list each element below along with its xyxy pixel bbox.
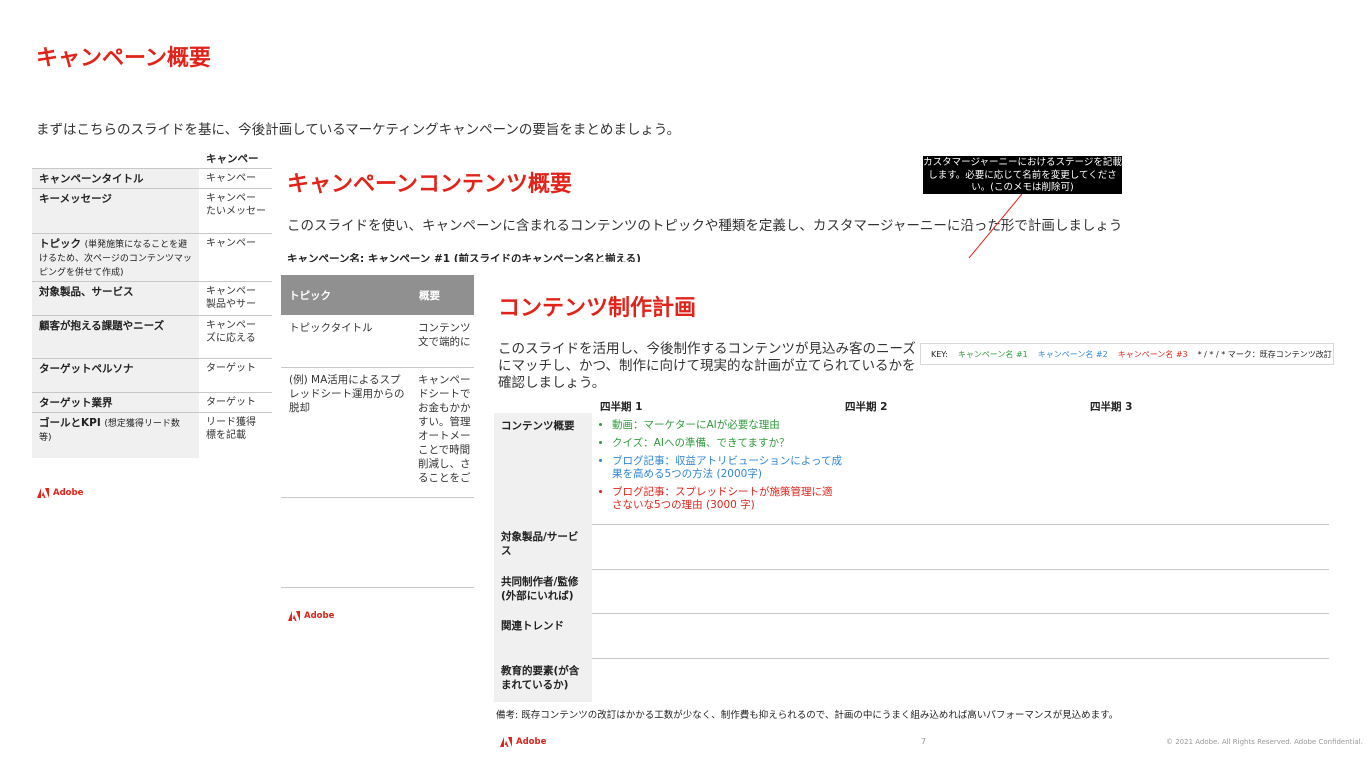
slide1-row-label: 対象製品、サービス <box>32 282 199 316</box>
key-item-campaign-1: キャンペーン名 #1 <box>957 349 1028 359</box>
slide1-row: 対象製品、サービス キャンペー 製品やサー <box>32 281 272 316</box>
slide2-table-row-empty <box>281 497 481 588</box>
slide1-row-value: キャンペー たいメッセー <box>206 193 266 217</box>
slide1-row-value: ターゲット <box>206 363 256 374</box>
slide2-table-row: (例) MA活用によるスプレッドシート運用からの脱却 キャンペー ドシートで お… <box>281 367 481 498</box>
adobe-logo-text: Adobe <box>53 488 84 498</box>
content-item: 動画：マーケターにAIが必要な理由 <box>612 419 842 432</box>
slide2-row-topic: トピックタイトル <box>289 322 373 334</box>
slide1-row: トピック (単発施策になることを避けるため、次ページのコンテンツマッピングを併せ… <box>32 233 272 282</box>
slide2-row-topic: (例) MA活用によるスプレッドシート運用からの脱却 <box>289 374 405 414</box>
key-item-revision-mark: * / * / * マーク：既存コンテンツ改訂 <box>1197 349 1332 359</box>
slide2-table-row: トピックタイトル コンテンツ 文で端的に <box>281 315 481 368</box>
adobe-logo-text: Adobe <box>304 611 335 621</box>
plan-row-label: 対象製品/サービス <box>494 524 592 569</box>
slide1-intro: まずはこちらのスライドを基に、今後計画しているマーケティングキャンペーンの要旨を… <box>36 122 681 138</box>
slide1-row-label: キャンペーンタイトル <box>32 169 199 189</box>
plan-row-label: 共同制作者/監修(外部にいれば) <box>494 569 592 613</box>
plan-row-collaborators: 共同制作者/監修(外部にいれば) <box>494 569 1329 614</box>
plan-row-label: コンテンツ概要 <box>494 413 592 524</box>
key-label: KEY: <box>931 349 948 359</box>
adobe-logo-text: Adobe <box>516 737 547 747</box>
slide1-row: キーメッセージ キャンペー たいメッセー <box>32 188 272 234</box>
plan-row-label: 教育的要素(が含まれているか) <box>494 658 592 702</box>
adobe-logo: Adobe <box>500 737 546 747</box>
slide1-title: キャンペーン概要 <box>36 46 211 71</box>
plan-row-label: 関連トレンド <box>494 613 592 658</box>
copyright-text: © 2021 Adobe. All Rights Reserved. Adobe… <box>1166 738 1363 746</box>
slide2-row-desc: コンテンツ 文で端的に <box>418 322 471 348</box>
plan-row-content-summary: コンテンツ概要 動画：マーケターにAIが必要な理由 クイズ：AIへの準備、できて… <box>494 413 1329 525</box>
adobe-logo-icon <box>37 488 49 498</box>
slide1-row-label: ゴールとKPI (想定獲得リード数等) <box>32 413 199 458</box>
key-item-campaign-2: キャンペーン名 #2 <box>1037 349 1108 359</box>
slide1-row-value: リード獲得 標を記載 <box>206 417 256 441</box>
quarter-3-header: 四半期 3 <box>1090 401 1133 413</box>
slide1-row: ターゲット業界 ターゲット <box>32 392 272 413</box>
plan-row-products: 対象製品/サービス <box>494 524 1329 570</box>
quarter-1-header: 四半期 1 <box>600 401 643 413</box>
plan-row-trends: 関連トレンド <box>494 613 1329 659</box>
slide1-column-header: キャンペー <box>206 153 259 165</box>
slide1-row-value: キャンペー ズに応える <box>206 320 256 344</box>
slide1-row-label: ターゲット業界 <box>32 393 199 413</box>
slide1-row-label: キーメッセージ <box>32 189 199 234</box>
slide2-campaign-name: キャンペーン名: キャンペーン #1 (前スライドのキャンペーン名と揃える) <box>287 253 641 262</box>
slide1-row-value: キャンペー <box>206 238 256 249</box>
slide1-row-value: ターゲット <box>206 397 256 408</box>
header-summary: 概要 <box>419 290 440 302</box>
adobe-logo: Adobe <box>288 611 334 621</box>
slide3-title: コンテンツ制作計画 <box>498 296 697 321</box>
key-item-campaign-3: キャンペーン名 #3 <box>1117 349 1188 359</box>
content-item: ブログ記事：スプレッドシートが施策管理に適さないな5つの理由 (3000 字) <box>612 486 842 512</box>
slide1-row: 顧客が抱える課題やニーズ キャンペー ズに応える <box>32 315 272 359</box>
adobe-logo-icon <box>500 737 512 747</box>
slide3-footnote: 備考: 既存コンテンツの改訂はかかる工数が少なく、制作費も抑えられるので、計画の… <box>496 710 1119 721</box>
slide1-row-label: ターゲットペルソナ <box>32 359 199 393</box>
content-item: ブログ記事：収益アトリビューションによって成果を高める5つの方法 (2000字) <box>612 455 842 481</box>
slide1-row: ターゲットペルソナ ターゲット <box>32 358 272 393</box>
adobe-logo-icon <box>288 611 300 621</box>
slide3-intro: このスライドを活用し、今後制作するコンテンツが見込み客のニーズにマッチし、かつ、… <box>498 341 916 391</box>
slide2-table-header: トピック 概要 <box>281 275 481 315</box>
content-item-list: 動画：マーケターにAIが必要な理由 クイズ：AIへの準備、できてますか？ ブログ… <box>596 419 842 517</box>
slide1-row: ゴールとKPI (想定獲得リード数等) リード獲得 標を記載 <box>32 412 272 458</box>
header-topic: トピック <box>289 290 331 302</box>
content-plan-table: コンテンツ概要 動画：マーケターにAIが必要な理由 クイズ：AIへの準備、できて… <box>494 413 1329 703</box>
content-item: クイズ：AIへの準備、できてますか？ <box>612 437 842 450</box>
callout-note: カスタマージャーニーにおけるステージを記載します。必要に応じて名前を変更してくだ… <box>923 156 1122 194</box>
quarter-2-header: 四半期 2 <box>845 401 888 413</box>
key-legend: KEY: キャンペーン名 #1 キャンペーン名 #2 キャンペーン名 #3 * … <box>920 343 1334 365</box>
slide1-row-label: トピック (単発施策になることを避けるため、次ページのコンテンツマッピングを併せ… <box>32 234 199 282</box>
slide2-intro: このスライドを使い、キャンペーンに含まれるコンテンツのトピックや種類を定義し、カ… <box>287 218 1123 234</box>
slide1-row-value: キャンペー <box>206 173 256 184</box>
page-number: 7 <box>921 737 927 746</box>
slide1-row: キャンペーンタイトル キャンペー <box>32 168 272 189</box>
slide2-row-desc: キャンペー ドシートで お金もかか すい。管理 オートメー ことで時間 削減し、… <box>418 374 471 484</box>
slide2-title: キャンペーンコンテンツ概要 <box>287 172 572 197</box>
slide1-row-value: キャンペー 製品やサー <box>206 286 256 310</box>
adobe-logo: Adobe <box>37 488 83 498</box>
plan-row-educational: 教育的要素(が含まれているか) <box>494 658 1329 702</box>
slide1-row-label: 顧客が抱える課題やニーズ <box>32 316 199 359</box>
